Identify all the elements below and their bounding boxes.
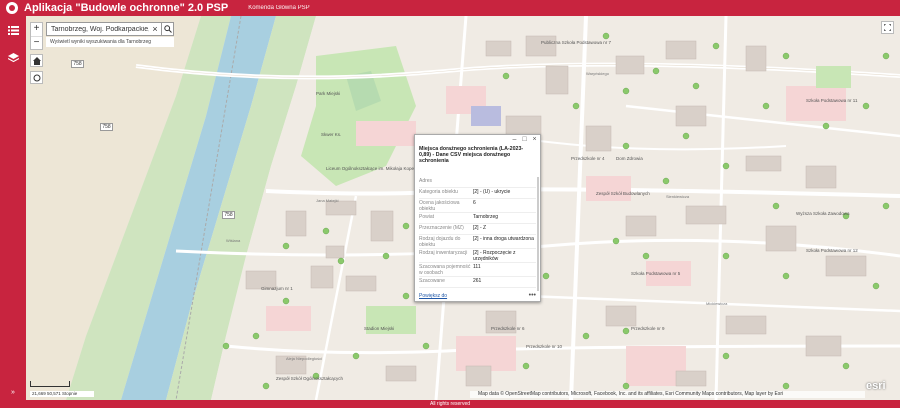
attribute-row: Przeznaczenie (MZ) [2] - Z [419, 224, 536, 235]
app-logo-icon [6, 2, 18, 14]
app-subtitle: Komenda Główna PSP [248, 5, 310, 11]
popup-scrollbar[interactable] [537, 177, 539, 291]
search-button[interactable] [161, 23, 173, 35]
clear-search-icon[interactable]: × [149, 24, 161, 34]
road-shield: 758 [100, 123, 113, 131]
search-widget: Tarnobrzeg, Woj. Podkarpackie, POL × [46, 22, 174, 36]
attribute-key: Rodzaj dojazdu do obiektu [419, 236, 461, 248]
map-label: Dom Zdrowia [616, 156, 643, 161]
popup-attributes: Adres Kategoria obiektu [2] - (U) - ukryc… [419, 177, 536, 291]
attribute-key: Rodzaj inwentaryzacji [419, 250, 468, 256]
attribute-value: Tarnobrzeg [473, 214, 499, 220]
attribute-key: Kategoria obiektu [419, 189, 458, 195]
attribute-value: 261 [473, 278, 482, 284]
map-label: Szkoła Podstawowa nr 12 [806, 248, 858, 253]
popup-footer: Powiększ do ••• [419, 292, 536, 299]
attribute-value: 6 [473, 200, 476, 206]
attribute-key: Szacowane [419, 278, 445, 284]
attribute-key: Przeznaczenie (MZ) [419, 225, 464, 231]
search-icon [163, 25, 172, 33]
coordinates-readout: 21,669 50,571 Stopnie [30, 391, 94, 397]
fullscreen-icon [884, 24, 891, 31]
attribute-key: Szacowana pojemność w osobach [419, 264, 471, 276]
map-label: Wyższa Szkoła Zawodowa [796, 211, 850, 216]
dock-icon[interactable]: □ [521, 136, 528, 143]
map-label: Przedszkole nr 6 [491, 326, 525, 331]
list-icon[interactable] [0, 20, 26, 40]
map-label: Przedszkole nr 10 [526, 344, 563, 349]
map-label: Przedszkole nr 9 [631, 326, 665, 331]
zoom-in-button[interactable]: + [31, 23, 42, 36]
attribute-key: Adres [419, 178, 433, 184]
popup-actions: – □ × [511, 136, 538, 143]
home-button[interactable] [30, 54, 43, 67]
map-label: Szkoła Podstawowa nr 11 [806, 98, 858, 103]
attribute-row: Szacowana pojemność w osobach 111 [419, 263, 536, 277]
attribute-row: Ocena jakościowa obiektu 6 [419, 199, 536, 213]
map-label: Publiczna Szkoła Podstawowa nr 7 [541, 40, 612, 45]
attribute-value: [2] - (U) - ukrycie [473, 189, 511, 195]
layers-icon[interactable] [0, 48, 26, 68]
map-label: Szkoła Podstawowa nr 5 [631, 271, 681, 276]
close-icon[interactable]: × [531, 136, 538, 143]
app-title: Aplikacja "Budowle ochronne" 2.0 PSP [24, 2, 229, 14]
attribute-value: [2] - Rozpoczęcie z urzędników [473, 250, 516, 262]
road-label: Waryńskiego [586, 71, 609, 76]
attribute-value: [2] - Z [473, 225, 487, 231]
attribute-row: Adres [419, 177, 536, 188]
attribute-value: [2] - inna droga utwardzona [473, 236, 534, 242]
search-input[interactable]: Tarnobrzeg, Woj. Podkarpackie, POL [47, 26, 149, 33]
fullscreen-button[interactable] [881, 21, 894, 34]
app-footer: All rights reserved [0, 400, 900, 408]
zoom-out-button[interactable]: − [31, 36, 42, 49]
scale-bar [30, 381, 70, 387]
attribute-row: Kategoria obiektu [2] - (U) - ukrycie [419, 188, 536, 199]
attribute-row: Rodzaj inwentaryzacji [2] - Rozpoczęcie z… [419, 249, 536, 263]
zoom-control: + − [30, 22, 43, 50]
attribute-row: Powiat Tarnobrzeg [419, 213, 536, 224]
more-options-button[interactable]: ••• [529, 292, 536, 299]
map-label: Skwer Ks. [321, 132, 342, 137]
attribute-value: 111 [473, 264, 481, 270]
locate-button[interactable] [30, 71, 43, 84]
locate-icon [33, 74, 40, 81]
road-shield: 758 [222, 211, 235, 219]
minimize-icon[interactable]: – [511, 136, 518, 143]
map-label: Liceum Ogólnokształcące im. Mikołaja Kop… [326, 166, 424, 171]
popup-title: Miejsca doraźnego schronienia (LA-2023-0… [419, 146, 524, 164]
zoom-to-link[interactable]: Powiększ do [419, 293, 447, 299]
esri-logo: esri [866, 380, 886, 392]
attribute-key: Ocena jakościowa obiektu [419, 200, 460, 212]
attribute-row: Szacowane 261 [419, 277, 536, 288]
attribute-row: Rodzaj dojazdu do obiektu [2] - inna drog… [419, 235, 536, 249]
sidebar: » [0, 16, 26, 400]
sidebar-collapse-button[interactable]: » [0, 389, 26, 396]
home-icon [32, 56, 41, 65]
map-attribution: Map data © OpenStreetMap contributors, M… [470, 391, 865, 398]
road-shield: 758 [71, 60, 84, 68]
road-label: Sienkiewicza [666, 194, 690, 199]
feature-popup: – □ × Miejsca doraźnego schronienia (LA-… [414, 134, 541, 302]
map-label: Gimnazjum nr 1 [261, 286, 293, 291]
map-label: Park Miejski [316, 91, 341, 96]
attribute-key: Powiat [419, 214, 435, 220]
map-label: Stadion Miejski [364, 326, 395, 331]
app-header: Aplikacja "Budowle ochronne" 2.0 PSP Kom… [0, 0, 900, 16]
map-label: Zespół Szkół Ogólnokształcących [276, 376, 344, 381]
road-label: Jana Matejki [316, 198, 339, 203]
search-suggestion[interactable]: Wyświetl wyniki wyszukiwania dla Tarnobr… [46, 37, 174, 47]
map-label: Przedszkole nr 4 [571, 156, 605, 161]
road-label: Aleja Niepodległości [286, 356, 323, 361]
road-label: Wiślana [226, 238, 241, 243]
attribute-value [473, 177, 536, 187]
road-label: Mickiewicza [706, 301, 728, 306]
map-label: Zespół Szkół Budowlanych [596, 191, 650, 196]
